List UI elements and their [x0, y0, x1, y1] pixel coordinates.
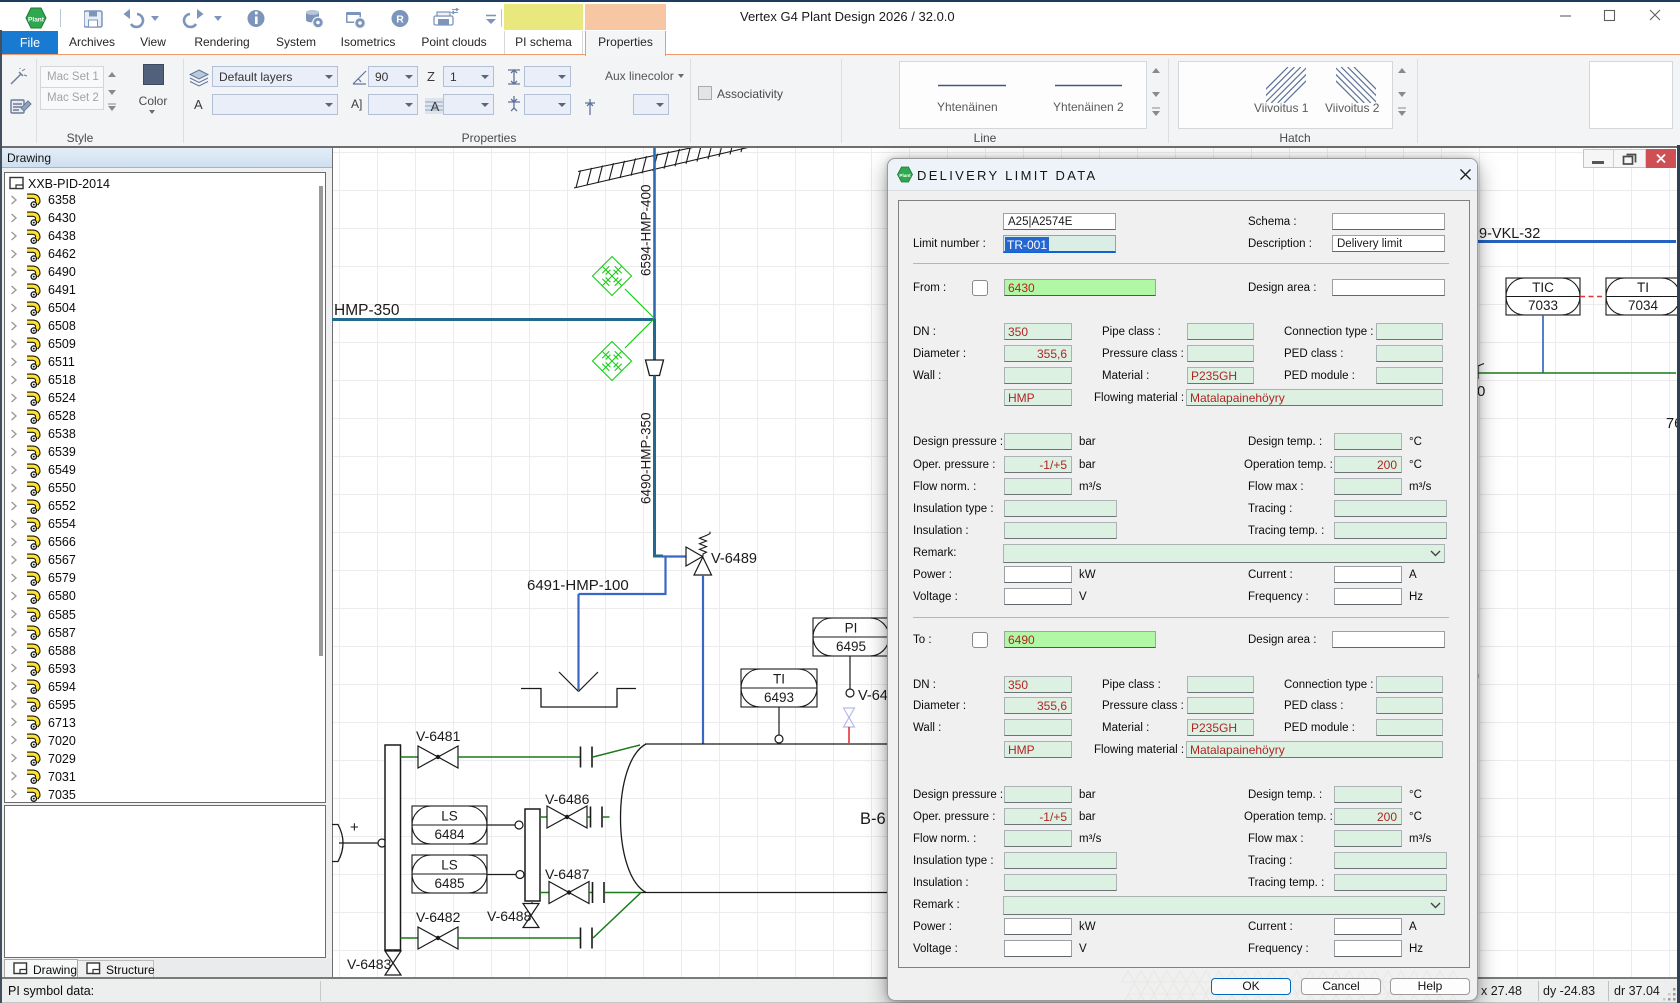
svg-text:6491-HMP-100: 6491-HMP-100 — [527, 577, 629, 594]
svg-text:9-VKL-32: 9-VKL-32 — [1479, 226, 1540, 242]
svg-text:TI: TI — [1637, 280, 1649, 295]
svg-text:7033: 7033 — [1528, 298, 1558, 313]
svg-text:6490-HMP-350: 6490-HMP-350 — [639, 412, 654, 504]
svg-text:V-6482: V-6482 — [416, 909, 461, 925]
svg-text:0: 0 — [1477, 383, 1485, 400]
svg-text:+: + — [350, 819, 359, 836]
svg-text:V-6486: V-6486 — [545, 791, 590, 807]
svg-text:R: R — [396, 14, 404, 26]
svg-text:76: 76 — [1666, 416, 1677, 432]
svg-text:LS: LS — [441, 809, 458, 824]
svg-text:V-6483: V-6483 — [347, 956, 392, 972]
svg-text:6493: 6493 — [764, 690, 794, 705]
svg-text:V-6487: V-6487 — [545, 866, 590, 882]
svg-text:6594-HMP-400: 6594-HMP-400 — [639, 184, 654, 276]
svg-text:TI: TI — [773, 672, 785, 687]
svg-text:A: A — [431, 99, 440, 114]
svg-text:TIC: TIC — [1532, 280, 1554, 295]
svg-text:B-6: B-6 — [860, 810, 886, 828]
svg-text:LS: LS — [441, 858, 458, 873]
svg-text:7034: 7034 — [1628, 298, 1659, 313]
svg-text:6485: 6485 — [434, 876, 464, 891]
svg-text:HMP-350: HMP-350 — [334, 302, 400, 319]
svg-text:V-6488: V-6488 — [487, 908, 532, 924]
svg-text:V-6489: V-6489 — [711, 551, 757, 567]
svg-text:V-6481: V-6481 — [416, 728, 461, 744]
svg-text:6495: 6495 — [836, 639, 866, 654]
svg-text:6484: 6484 — [434, 827, 465, 842]
svg-text:A]: A] — [351, 97, 362, 111]
svg-text:PI: PI — [845, 621, 858, 636]
svg-text:Plant: Plant — [28, 17, 45, 24]
